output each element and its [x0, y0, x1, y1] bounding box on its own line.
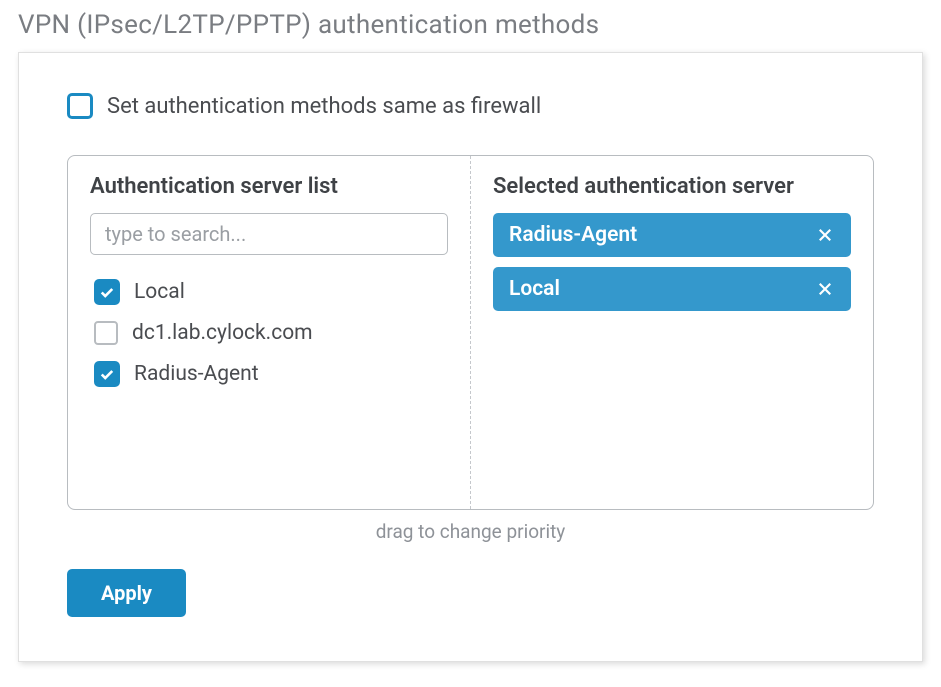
remove-server-button[interactable] [815, 279, 835, 299]
page-title: VPN (IPsec/L2TP/PPTP) authentication met… [0, 0, 941, 52]
same-as-firewall-checkbox[interactable] [67, 93, 93, 119]
checkbox-icon[interactable] [94, 361, 120, 387]
server-lists-container: Authentication server list Local dc1.lab… [67, 155, 874, 510]
settings-panel: Set authentication methods same as firew… [18, 52, 923, 662]
close-icon [817, 227, 833, 243]
server-item-label: Radius-Agent [134, 362, 259, 386]
checkbox-icon[interactable] [94, 279, 120, 305]
server-item-radius-agent[interactable]: Radius-Agent [90, 353, 448, 395]
server-item-label: Local [134, 280, 185, 304]
selected-server-radius-agent[interactable]: Radius-Agent [493, 213, 851, 257]
available-servers-header: Authentication server list [90, 174, 448, 199]
available-servers-column: Authentication server list Local dc1.lab… [68, 156, 471, 509]
remove-server-button[interactable] [815, 225, 835, 245]
apply-button[interactable]: Apply [67, 569, 186, 617]
server-item-label: dc1.lab.cylock.com [132, 321, 313, 345]
close-icon [817, 281, 833, 297]
panel-content: Set authentication methods same as firew… [19, 53, 922, 617]
drag-priority-hint: drag to change priority [67, 520, 874, 543]
selected-servers-header: Selected authentication server [493, 174, 851, 199]
checkbox-icon[interactable] [94, 321, 118, 345]
server-search-input[interactable] [90, 213, 448, 255]
same-as-firewall-label: Set authentication methods same as firew… [107, 94, 541, 119]
selected-server-local[interactable]: Local [493, 267, 851, 311]
same-as-firewall-row: Set authentication methods same as firew… [67, 93, 874, 119]
server-item-dc1[interactable]: dc1.lab.cylock.com [90, 313, 448, 353]
server-item-local[interactable]: Local [90, 271, 448, 313]
selected-server-label: Radius-Agent [509, 223, 637, 247]
selected-servers-column: Selected authentication server Radius-Ag… [471, 156, 873, 509]
selected-server-label: Local [509, 277, 560, 301]
